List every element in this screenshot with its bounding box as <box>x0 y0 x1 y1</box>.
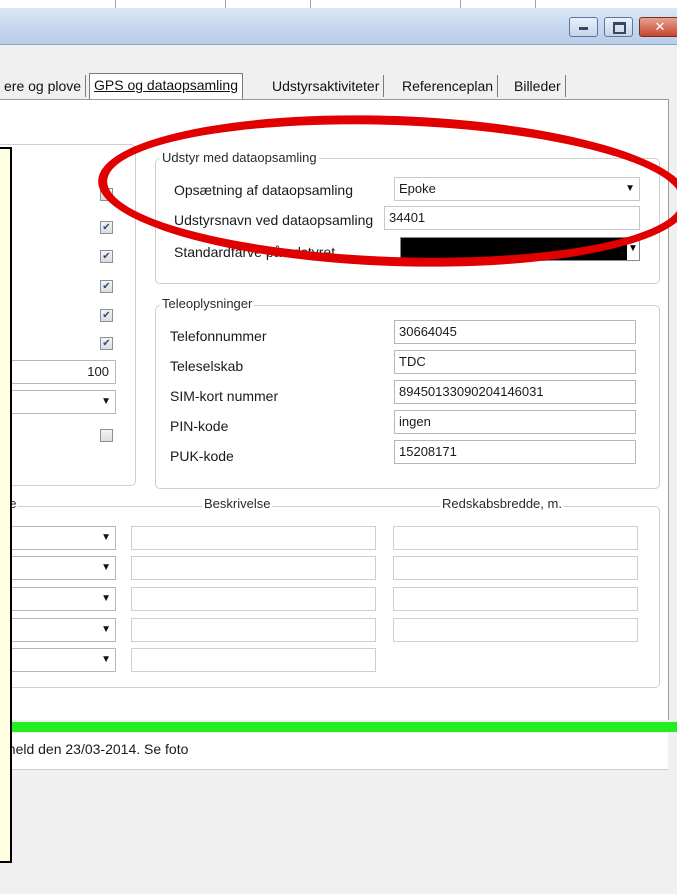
column-divider <box>460 0 461 8</box>
tool-width-field[interactable] <box>393 556 638 580</box>
tool-type-dropdown[interactable]: ▼ <box>0 587 116 611</box>
chevron-down-icon: ▼ <box>101 562 111 573</box>
carrier-label: Teleselskab <box>170 358 244 374</box>
tool-type-dropdown[interactable]: ▼ <box>0 526 116 550</box>
chevron-down-icon: ▼ <box>101 654 111 665</box>
puk-field[interactable]: 15208171 <box>394 440 636 464</box>
sim-label: SIM-kort nummer <box>170 388 279 404</box>
tab-billeder[interactable]: Billeder <box>510 75 566 97</box>
tab-gps-og-dataopsamling[interactable]: GPS og dataopsamling <box>89 73 243 100</box>
tele-group-title: Teleoplysninger <box>160 296 255 311</box>
tool-description-field[interactable] <box>131 587 376 611</box>
tool-width-field[interactable] <box>393 587 638 611</box>
tool-width-field[interactable] <box>393 526 638 550</box>
phone-field[interactable]: 30664045 <box>394 320 636 344</box>
tool-width-field[interactable] <box>393 618 638 642</box>
status-line: uheld den 23/03-2014. Se foto <box>0 733 668 770</box>
tool-description-field[interactable] <box>131 618 376 642</box>
status-text: uheld den 23/03-2014. Se foto <box>0 741 189 757</box>
chevron-down-icon: ▼ <box>101 624 111 635</box>
column-divider <box>225 0 226 8</box>
minimize-button[interactable] <box>569 17 598 37</box>
tab-referenceplan[interactable]: Referenceplan <box>398 75 499 97</box>
pin-field[interactable]: ingen <box>394 410 636 434</box>
column-divider <box>535 0 536 8</box>
checkbox-5[interactable]: ✔ <box>100 309 113 322</box>
status-color-bar <box>0 722 677 732</box>
chevron-down-icon: ▼ <box>101 396 111 407</box>
checkbox-4[interactable]: ✔ <box>100 280 113 293</box>
phone-label: Telefonnummer <box>170 328 267 344</box>
checkbox-2[interactable]: ✔ <box>100 221 113 234</box>
sim-field[interactable]: 89450133090204146031 <box>394 380 636 404</box>
tool-type-dropdown[interactable]: ▼ <box>0 556 116 580</box>
tool-type-dropdown[interactable]: ▼ <box>0 648 116 672</box>
tool-description-field[interactable] <box>131 556 376 580</box>
column-divider <box>115 0 116 8</box>
window-title-bar: ✕ <box>0 8 677 45</box>
checkbox-7[interactable]: ✔ <box>100 429 113 442</box>
close-button[interactable]: ✕ <box>639 17 677 37</box>
tool-description-field[interactable] <box>131 526 376 550</box>
tab-udstyrsaktiviteter[interactable]: Udstyrsaktiviteter <box>268 75 385 97</box>
column-divider <box>310 0 311 8</box>
carrier-field[interactable]: TDC <box>394 350 636 374</box>
col-header-description: Beskrivelse <box>202 496 273 511</box>
number-field[interactable]: 100 <box>0 360 116 384</box>
pin-label: PIN-kode <box>170 418 229 434</box>
maximize-button[interactable] <box>604 17 633 37</box>
tool-type-dropdown[interactable]: ▼ <box>0 618 116 642</box>
col-header-width: Redskabsbredde, m. <box>440 496 564 511</box>
tool-description-field[interactable] <box>131 648 376 672</box>
puk-label: PUK-kode <box>170 448 234 464</box>
checkbox-3[interactable]: ✔ <box>100 250 113 263</box>
tab-ere-og-plove[interactable]: ere og plove <box>0 75 87 97</box>
checkbox-6[interactable]: ✔ <box>100 337 113 350</box>
note-panel <box>0 147 12 863</box>
chevron-down-icon: ▼ <box>101 593 111 604</box>
left-dropdown[interactable]: ▼ <box>0 390 116 414</box>
chevron-down-icon: ▼ <box>101 532 111 543</box>
